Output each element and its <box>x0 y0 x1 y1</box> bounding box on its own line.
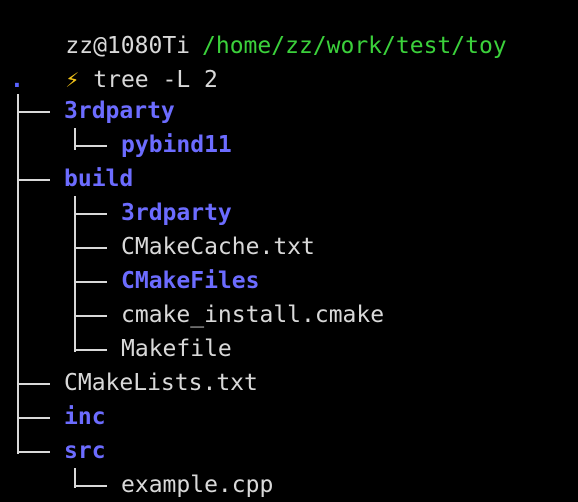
tree-entry-directory: CMakeFiles <box>121 268 260 294</box>
tree-entry-directory: inc <box>64 404 106 430</box>
tree-connector <box>18 111 50 113</box>
current-directory: /home/zz/work/test/toy <box>202 33 507 59</box>
tree-trunk-line <box>17 94 19 454</box>
tree-entry-file: cmake_install.cmake <box>121 302 385 328</box>
tree-entry-file: CMakeCache.txt <box>121 234 315 260</box>
tree-connector <box>18 417 50 419</box>
tree-connector <box>18 451 50 453</box>
tree-entry-directory: 3rdparty <box>121 200 232 226</box>
tree-entry-file: CMakeLists.txt <box>64 370 258 396</box>
tree-connector <box>75 247 107 249</box>
tree-entry-directory: src <box>64 438 106 464</box>
tree-connector <box>75 485 107 487</box>
tree-entry-directory: pybind11 <box>121 132 232 158</box>
tree-connector <box>75 281 107 283</box>
tree-connector <box>75 349 107 351</box>
tree-entry-directory: 3rdparty <box>64 98 175 124</box>
terminal-window: zz@1080Ti/home/zz/work/test/toy ⚡ tree -L… <box>0 0 578 498</box>
prompt-line: zz@1080Ti/home/zz/work/test/toy <box>10 0 506 59</box>
tree-entry-directory: build <box>64 166 134 192</box>
command-text: tree -L 2 <box>93 67 218 93</box>
command-line: ⚡ tree -L 2 <box>10 29 217 93</box>
lightning-icon: ⚡ <box>65 67 80 93</box>
tree-connector <box>75 213 107 215</box>
tree-branch-line <box>74 196 76 352</box>
tree-root: . <box>10 67 24 93</box>
tree-connector <box>75 315 107 317</box>
tree-connector <box>75 145 107 147</box>
tree-entry-file: Makefile <box>121 336 232 362</box>
tree-connector <box>18 179 50 181</box>
tree-connector <box>18 383 50 385</box>
tree-entry-file: example.cpp <box>121 472 274 498</box>
